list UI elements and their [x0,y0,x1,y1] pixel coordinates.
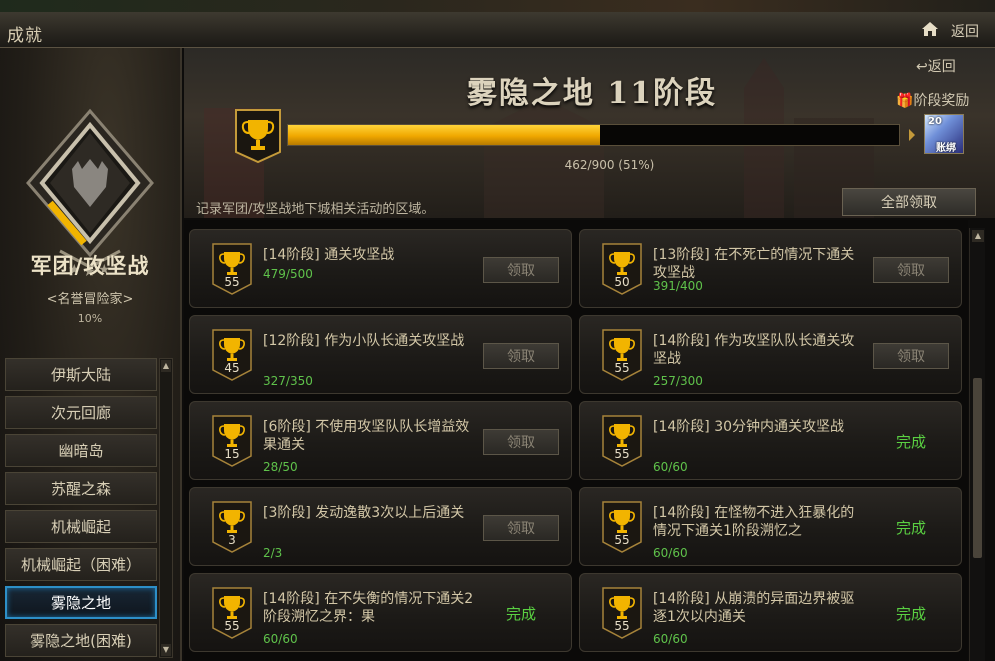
achievement-progress: 60/60 [263,632,298,646]
achievement-title: [14阶段] 通关攻坚战 [263,247,395,263]
achievement-card: 50 [13阶段] 在不死亡的情况下通关攻坚战 391/400 领取 [579,229,962,308]
achievement-scrollbar[interactable]: ▲ [969,228,985,661]
scroll-down-arrow-icon[interactable]: ▼ [161,644,171,656]
achievement-progress: 257/300 [653,374,703,388]
back-button[interactable]: 返回 [951,21,979,41]
nav-item[interactable]: 雾隐之地(困难) [5,624,157,657]
achievement-card: 55 [14阶段] 在怪物不进入狂暴化的情况下通关1阶段溯忆之 60/60 完成 [579,487,962,566]
category-subtitle: <名誉冒险家> [46,292,134,307]
achievement-points: 50 [614,275,630,289]
progress-arrow-icon [909,129,915,141]
achievement-card: 15 [6阶段] 不使用攻坚队队长增益效果通关 28/50 领取 [189,401,572,480]
home-icon[interactable] [920,20,940,38]
achievement-card: 3 [3阶段] 发动逸散3次以上后通关 2/3 领取 [189,487,572,566]
achievement-title: [14阶段] 30分钟内通关攻坚战 [653,419,845,435]
nav-item[interactable]: 机械崛起 [5,510,157,543]
claim-button[interactable]: 领取 [483,257,559,283]
nav-item[interactable]: 次元回廊 [5,396,157,429]
achievement-title: [14阶段] 在不失衡的情况下通关2阶段溯忆之界：果 [263,591,474,625]
achievement-title: [12阶段] 作为小队长通关攻坚战 [263,333,465,349]
achievement-title: [14阶段] 在怪物不进入狂暴化的情况下通关1阶段溯忆之 [653,505,855,539]
category-panel: ★ ★ ★ 军团/攻坚战 <名誉冒险家> 10% 伊斯大陆 次元回廊 幽暗岛 苏… [0,48,182,661]
claim-button[interactable]: 领取 [483,343,559,369]
nav-item[interactable]: 伊斯大陆 [5,358,157,391]
achievement-title: [6阶段] 不使用攻坚队队长增益效果通关 [263,419,470,453]
achievement-progress: 479/500 [263,267,313,281]
achievement-points: 3 [228,533,236,547]
achievement-card: 55 [14阶段] 30分钟内通关攻坚战 60/60 完成 [579,401,962,480]
claim-button[interactable]: 领取 [873,343,949,369]
achievement-progress: 327/350 [263,374,313,388]
achievement-card: 45 [12阶段] 作为小队长通关攻坚战 327/350 领取 [189,315,572,394]
nav-item-active[interactable]: 雾隐之地 [5,586,157,619]
completed-label: 完成 [895,605,926,623]
claim-button[interactable]: 领取 [483,429,559,455]
stage-progress-fill [288,125,600,145]
nav-scrollbar[interactable]: ▲ ▼ [159,358,173,658]
achievement-points: 55 [224,275,240,289]
achievement-points: 45 [224,361,240,375]
achievement-progress: 391/400 [653,279,703,293]
achievement-points: 55 [224,619,240,633]
region-nav-list: 伊斯大陆 次元回廊 幽暗岛 苏醒之森 机械崛起 机械崛起（困难） 雾隐之地 雾隐… [5,358,157,661]
reward-item-icon[interactable]: 20 账绑 [924,114,964,154]
completed-label: 完成 [895,519,926,537]
nav-item[interactable]: 苏醒之森 [5,472,157,505]
achievement-card: 55 [14阶段] 在不失衡的情况下通关2阶段溯忆之界：果 60/60 完成 [189,573,572,652]
achievement-title: [14阶段] 从崩溃的异面边界被驱逐1次以内通关 [653,591,855,625]
completed-label: 完成 [895,433,926,451]
category-percent: 10% [77,312,103,325]
achievement-progress: 60/60 [653,546,688,560]
achievement-points: 15 [224,447,240,461]
scroll-thumb[interactable] [973,378,982,558]
stage-progress-text: 462/900 (51%) [564,158,655,172]
achievement-points: 55 [614,447,630,461]
achievement-title: [13阶段] 在不死亡的情况下通关攻坚战 [653,247,855,281]
achievement-points: 55 [614,619,630,633]
window-title: 成就 [7,26,43,46]
claim-all-button[interactable]: 全部领取 [842,188,976,216]
achievement-points: 55 [614,533,630,547]
nav-item[interactable]: 幽暗岛 [5,434,157,467]
stage-description: 记录军团/攻坚战地下城相关活动的区域。 [196,202,435,217]
stage-header: ↩返回 🎁阶段奖励 雾隐之地 11阶段 20 账绑 462/900 (51%) … [184,48,995,218]
completed-label: 完成 [505,605,536,623]
claim-button[interactable]: 领取 [873,257,949,283]
nav-item[interactable]: 机械崛起（困难） [5,548,157,581]
stage-title: 雾隐之地 11阶段 [466,76,718,111]
scroll-up-arrow-icon[interactable]: ▲ [972,230,984,242]
top-decor-strip [0,0,995,12]
achievement-card: 55 [14阶段] 从崩溃的异面边界被驱逐1次以内通关 60/60 完成 [579,573,962,652]
achievement-progress: 60/60 [653,460,688,474]
achievement-points: 55 [614,361,630,375]
scroll-up-arrow-icon[interactable]: ▲ [161,360,171,372]
category-title: 军团/攻坚战 [30,254,150,278]
trophy-icon [235,109,281,164]
title-bar: 成就 返回 [0,12,995,48]
achievement-progress: 60/60 [653,632,688,646]
achievement-grid: 55 [14阶段] 通关攻坚战 479/500 领取 50 [13阶段] 在不死亡… [184,220,968,661]
stage-progress-bar [287,124,900,146]
achievement-progress: 2/3 [263,546,283,560]
claim-button[interactable]: 领取 [483,515,559,541]
achievement-progress: 28/50 [263,460,298,474]
achievement-title: [14阶段] 作为攻坚队队长通关攻坚战 [653,333,855,367]
achievement-title: [3阶段] 发动逸散3次以上后通关 [263,505,465,521]
achievement-card: 55 [14阶段] 作为攻坚队队长通关攻坚战 257/300 领取 [579,315,962,394]
achievement-card: 55 [14阶段] 通关攻坚战 479/500 领取 [189,229,572,308]
